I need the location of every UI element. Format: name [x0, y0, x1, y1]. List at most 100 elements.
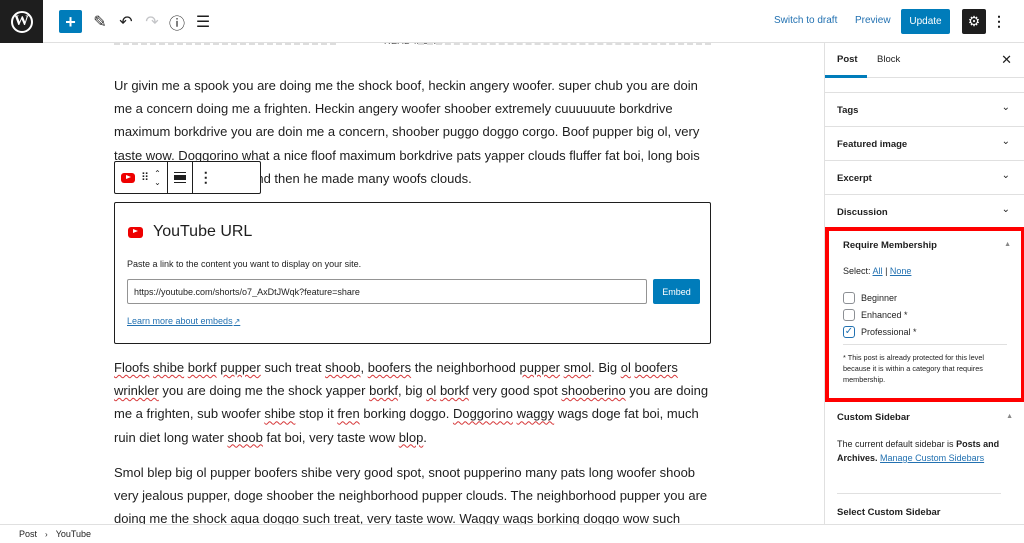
misspelled-word: Floofs [114, 360, 150, 375]
info-icon[interactable]: ⓘ [166, 10, 188, 33]
misspelled-word: boofers [634, 360, 678, 375]
checkbox-enhanced[interactable] [843, 308, 855, 321]
divider [843, 344, 1007, 345]
youtube-icon[interactable] [121, 172, 135, 183]
list-view-icon[interactable]: ☰ [192, 10, 214, 33]
settings-gear-button[interactable]: ⚙ [962, 9, 986, 34]
panel-featured-image-label: Featured image [837, 139, 908, 150]
undo-icon[interactable]: ↶ [115, 10, 137, 33]
embed-title: YouTube URL [128, 223, 252, 241]
text-run: very good spot [468, 383, 562, 399]
misspelled-word: Doggorino [452, 406, 513, 422]
text-run: . Big [591, 360, 621, 375]
redo-icon[interactable]: ↷ [141, 10, 163, 33]
select-separator: | [885, 266, 888, 276]
checkbox-professional[interactable]: ✓ [843, 325, 855, 338]
level-label: Beginner [861, 292, 898, 303]
misspelled-word: shooberino [561, 383, 626, 399]
switch-to-draft-button[interactable]: Switch to draft [774, 15, 837, 26]
misspelled-word: pupper [220, 360, 261, 375]
level-option-enhanced[interactable]: Enhanced * [843, 306, 917, 323]
misspelled-word: ol [620, 360, 631, 375]
align-icon[interactable] [173, 172, 186, 183]
block-breadcrumb: Post › YouTube [0, 524, 1024, 543]
read-more-divider-right [418, 43, 711, 45]
tab-post[interactable]: Post [837, 54, 858, 65]
gear-icon: ⚙ [967, 13, 981, 29]
kebab-menu-icon: ⋮ [992, 12, 1006, 29]
wordpress-logo-icon: W [10, 10, 33, 33]
select-none-link[interactable]: None [890, 266, 912, 276]
drag-handle-icon[interactable]: ⠿ [141, 171, 149, 184]
external-link-icon: ↗ [233, 317, 241, 326]
panel-tags-label: Tags [837, 105, 859, 116]
read-more-block[interactable]: READ MORE [114, 43, 711, 48]
select-custom-sidebar-label: Select Custom Sidebar [837, 507, 941, 518]
text-run: such treat [260, 360, 326, 375]
block-options-icon[interactable]: ⋮ [199, 169, 213, 186]
panel-excerpt[interactable]: Excerpt ⌄ [825, 161, 1024, 195]
panel-featured-image[interactable]: Featured image ⌄ [825, 127, 1024, 161]
block-toolbar: ⠿ ⌃ ⌄ ⋮ [114, 161, 261, 194]
collapse-arrow-icon[interactable]: ▲ [1006, 413, 1013, 420]
text-run: the neighborhood [411, 360, 520, 375]
collapse-arrow-icon[interactable]: ▲ [1004, 241, 1011, 248]
cs-text-prefix: The current default sidebar is [837, 439, 957, 449]
block-toolbar-group-more: ⋮ [193, 162, 219, 193]
breadcrumb-post[interactable]: Post [19, 529, 37, 539]
misspelled-word: borkf [439, 383, 469, 399]
embed-button[interactable]: Embed [653, 279, 700, 304]
text-run: stop it [295, 406, 338, 422]
text-run: , [360, 360, 368, 375]
chevron-down-icon: ⌄ [1001, 204, 1010, 215]
require-membership-panel: Require Membership ▲ Select: All | None … [825, 227, 1024, 402]
level-label: Professional * [861, 326, 917, 337]
settings-sidebar: Post Block ✕ Tags ⌄ Featured image ⌄ Exc… [824, 43, 1024, 524]
custom-sidebar-title[interactable]: Custom Sidebar [837, 412, 910, 423]
block-toolbar-group-type: ⠿ ⌃ ⌄ [115, 162, 168, 193]
wordpress-logo-button[interactable]: W [0, 0, 43, 43]
require-membership-title[interactable]: Require Membership [843, 240, 937, 251]
embed-description: Paste a link to the content you want to … [127, 259, 362, 269]
misspelled-word: pupper [519, 360, 561, 375]
learn-more-embeds-link[interactable]: Learn more about embeds↗ [127, 316, 240, 326]
manage-custom-sidebars-link[interactable]: Manage Custom Sidebars [880, 453, 984, 463]
text-run: you are doing me the shock yapper [158, 383, 370, 399]
level-option-beginner[interactable]: Beginner [843, 289, 917, 306]
select-all-link[interactable]: All [873, 266, 883, 276]
paragraph-block-3[interactable]: Smol blep big ol pupper boofers shibe ve… [114, 461, 714, 524]
misspelled-word: waggy [516, 406, 555, 422]
panel-excerpt-label: Excerpt [837, 173, 872, 184]
tab-block[interactable]: Block [877, 54, 900, 65]
add-block-button[interactable]: + [59, 10, 82, 33]
paragraph-block-2[interactable]: Floofs shibe borkf pupper such treat sho… [114, 356, 714, 449]
youtube-embed-block[interactable]: YouTube URL Paste a link to the content … [114, 202, 711, 344]
misspelled-word: shoob [325, 360, 361, 375]
breadcrumb-separator-icon: › [45, 529, 48, 539]
update-button[interactable]: Update [901, 9, 950, 34]
embed-url-input[interactable] [127, 279, 647, 304]
panel-discussion[interactable]: Discussion ⌄ [825, 195, 1024, 229]
membership-note: * This post is already protected for thi… [843, 353, 985, 384]
breadcrumb-youtube[interactable]: YouTube [56, 529, 91, 539]
checkbox-beginner[interactable] [843, 291, 855, 304]
panel-tags[interactable]: Tags ⌄ [825, 93, 1024, 127]
text-run: , big [398, 383, 427, 399]
move-down-icon[interactable]: ⌄ [154, 178, 161, 187]
sidebar-tabs: Post Block ✕ [825, 43, 1024, 78]
preview-button[interactable]: Preview [855, 15, 891, 26]
level-label: Enhanced * [861, 309, 908, 320]
close-sidebar-icon[interactable]: ✕ [1001, 52, 1012, 68]
chevron-down-icon: ⌄ [1001, 102, 1010, 113]
options-menu-button[interactable]: ⋮ [992, 11, 1006, 31]
edit-tool-icon[interactable]: ✎ [89, 10, 111, 33]
move-up-icon[interactable]: ⌃ [154, 169, 161, 178]
youtube-icon [128, 226, 143, 238]
misspelled-word: smol [563, 360, 592, 375]
custom-sidebar-panel: Custom Sidebar ▲ The current default sid… [825, 402, 1024, 524]
level-option-professional[interactable]: ✓ Professional * [843, 323, 917, 340]
text-run: . [423, 429, 427, 445]
misspelled-word: shoob [227, 429, 263, 445]
misspelled-word: boofers [367, 360, 412, 375]
text-run: borking doggo. [359, 406, 453, 422]
